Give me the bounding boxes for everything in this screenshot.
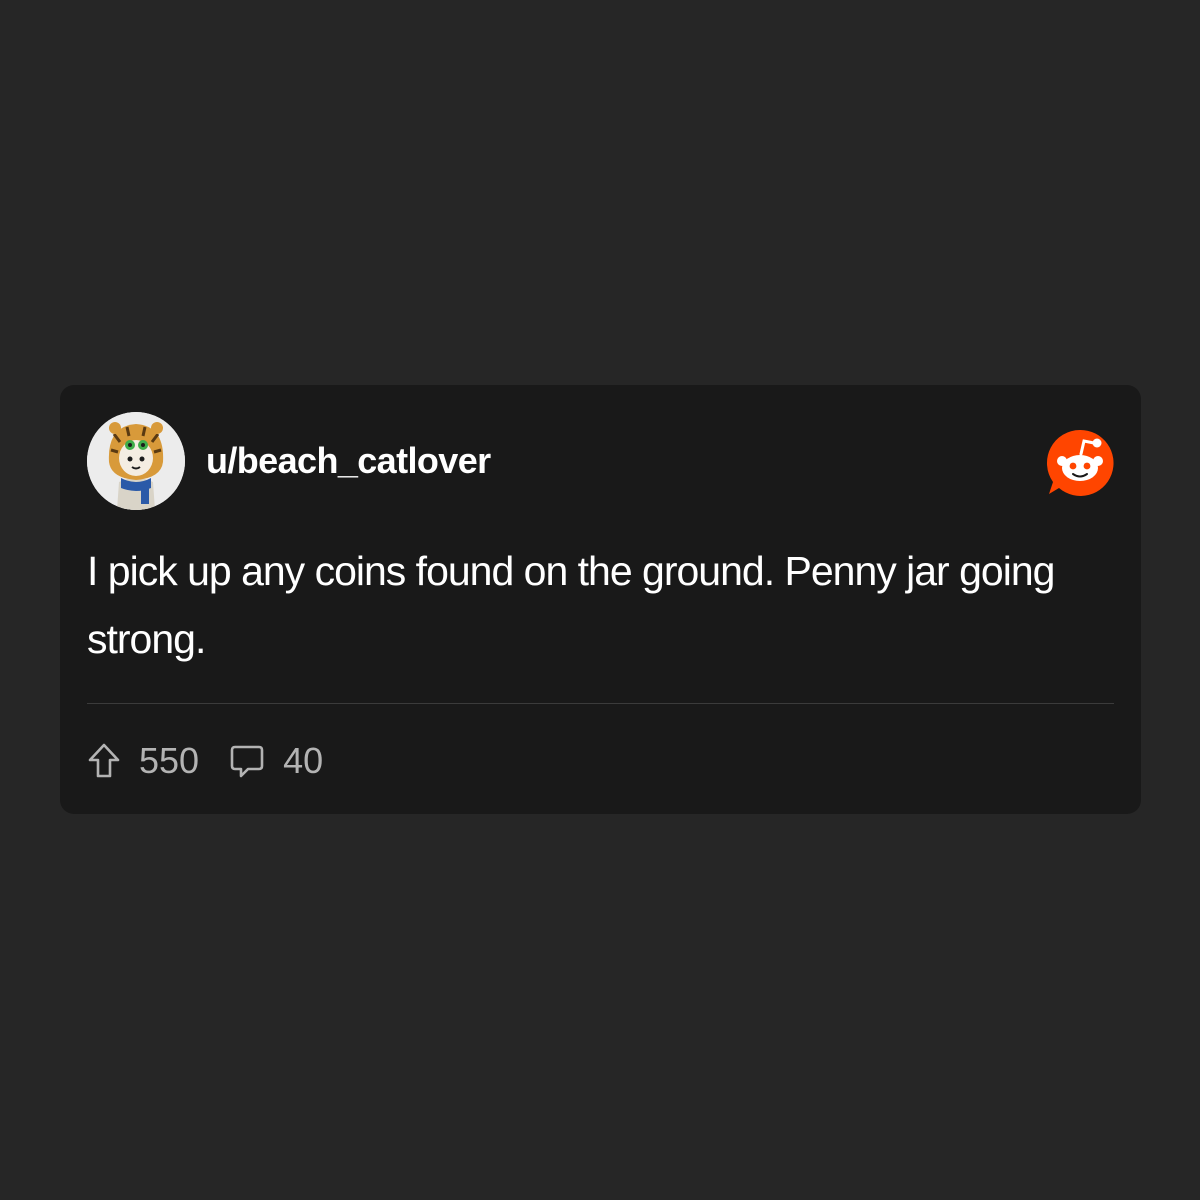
- upvote-button[interactable]: 550: [87, 740, 199, 782]
- post-card[interactable]: u/beach_catlover I pick up any coins fou…: [60, 385, 1141, 814]
- reddit-logo-icon: [1045, 428, 1115, 498]
- comment-count: 40: [283, 740, 324, 781]
- upvote-count: 550: [139, 740, 200, 781]
- avatar-icon: [87, 412, 185, 510]
- post-actions: 550 40: [87, 737, 323, 785]
- comments-button[interactable]: 40: [229, 740, 323, 782]
- post-author-username[interactable]: u/beach_catlover: [206, 441, 491, 481]
- comment-bubble-icon: [230, 745, 264, 778]
- divider: [87, 703, 1114, 704]
- avatar[interactable]: [87, 412, 185, 510]
- post-body-text: I pick up any coins found on the ground.…: [87, 548, 1055, 662]
- upvote-arrow-icon: [88, 743, 120, 778]
